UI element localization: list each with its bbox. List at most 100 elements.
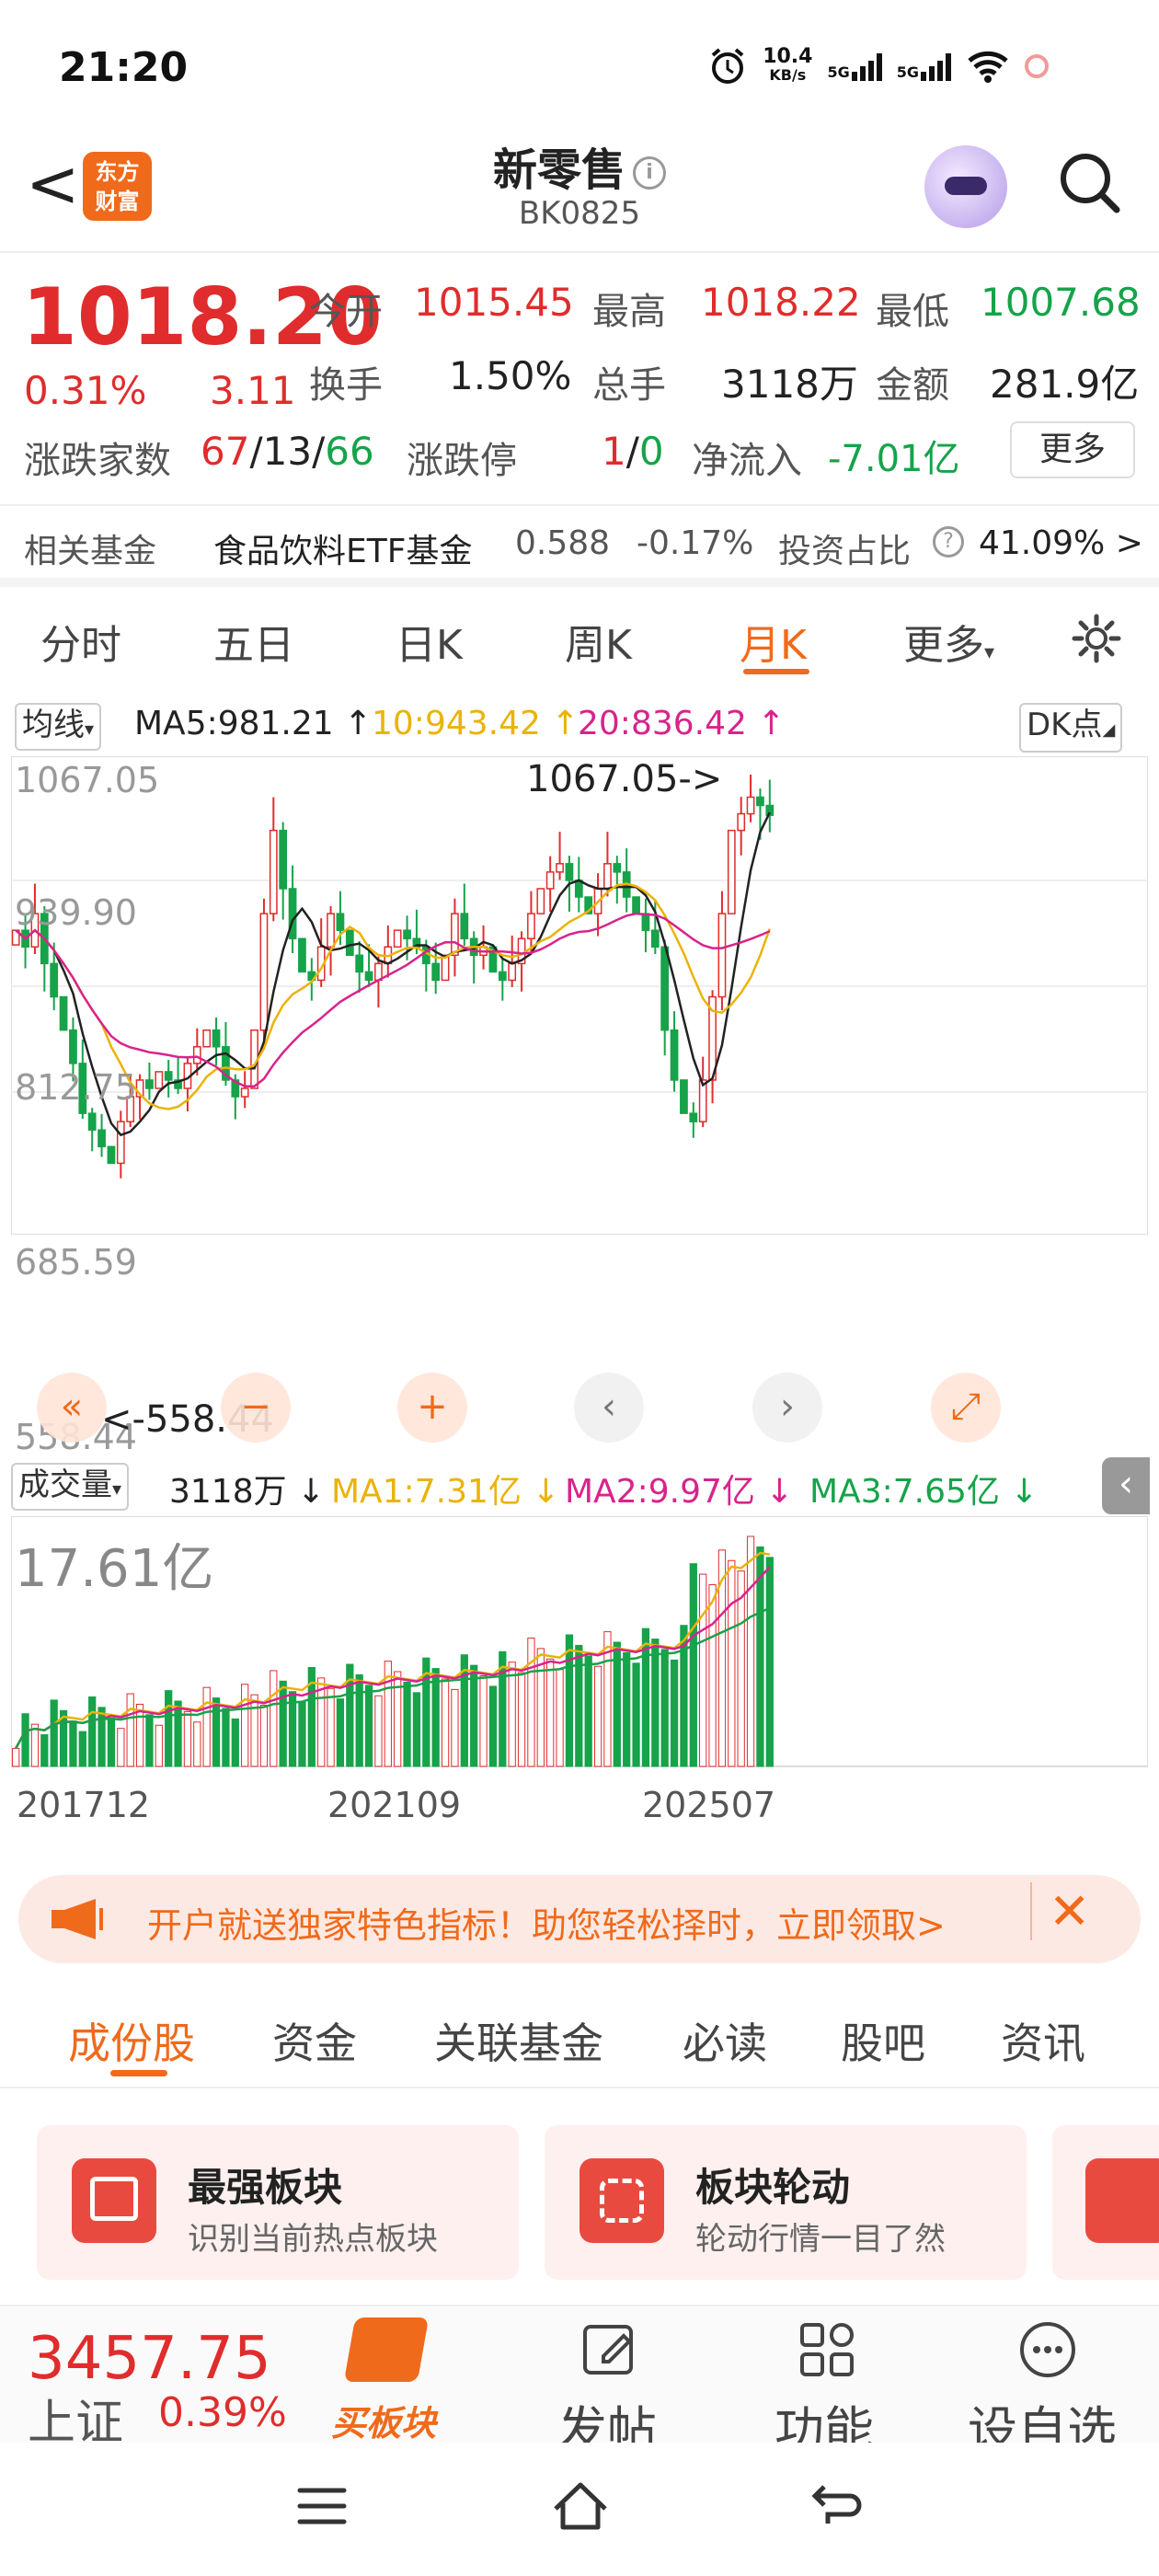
tab-week-k[interactable]: 周K — [565, 612, 632, 671]
promo-banner[interactable]: 开户就送独家特色指标！助您轻松择时，立即领取> ✕ — [18, 1875, 1141, 1963]
volume-bar — [488, 1685, 498, 1767]
fund-ratio-label: 投资占比 — [778, 533, 912, 570]
candle — [545, 871, 555, 890]
more-button[interactable]: 更多 — [1010, 421, 1135, 478]
signal-icon-2: 5G — [897, 52, 951, 81]
home-icon[interactable] — [550, 2478, 611, 2533]
kline-chart[interactable]: 均线▾ MA5:981.21 ↑ 10:943.42 ↑ 20:836.42 ↑… — [0, 699, 1159, 1858]
rewind-icon[interactable]: « — [37, 1373, 107, 1443]
status-bar: 21:20 10.4 KB/s 5G 5G — [0, 0, 1159, 129]
candle — [460, 913, 469, 939]
candle — [403, 929, 411, 939]
tab-constituents[interactable]: 成份股 — [68, 2010, 195, 2071]
buy-sector-label[interactable]: 买板块 — [331, 2395, 436, 2445]
dk-point-button[interactable]: DK点◢ — [1019, 703, 1123, 753]
info-icon[interactable]: i — [633, 156, 666, 190]
volume-bar — [222, 1708, 230, 1767]
candle — [145, 1079, 154, 1089]
tab-more[interactable]: 更多▾ — [903, 612, 994, 671]
volume-bar — [21, 1713, 29, 1767]
low-label: 最低 — [876, 291, 949, 333]
active-tab-indicator — [743, 669, 809, 674]
volume-current: 3118万 ↓ — [169, 1473, 326, 1511]
chevron-left-icon[interactable]: ‹ — [574, 1373, 644, 1443]
candle — [632, 896, 640, 914]
volume-bar — [746, 1535, 755, 1767]
volume-bar — [155, 1724, 163, 1767]
x-label-3: 202507 — [642, 1785, 776, 1825]
volume-bar — [69, 1720, 77, 1767]
tab-day-k[interactable]: 日K — [396, 612, 463, 671]
change-percent: 0.31% — [24, 368, 147, 413]
volume-bar — [708, 1583, 717, 1767]
volume-bar — [298, 1701, 306, 1767]
volume-bar — [78, 1731, 86, 1767]
fund-price: 0.588 — [515, 524, 611, 562]
chevron-right-icon[interactable]: › — [752, 1373, 822, 1443]
tab-must-read[interactable]: 必读 — [683, 2010, 767, 2071]
candle — [98, 1129, 106, 1148]
more-dots-icon[interactable] — [1017, 2319, 1078, 2380]
index-value[interactable]: 3457.75 — [28, 2325, 271, 2393]
candle — [240, 1087, 249, 1098]
battery-icon — [1025, 54, 1049, 78]
change-value: 3.11 — [210, 368, 296, 413]
zoom-in-icon[interactable]: + — [397, 1373, 467, 1443]
volume-bar — [40, 1734, 49, 1767]
high-label: 最高 — [592, 291, 666, 333]
settings-gear-icon[interactable] — [1069, 611, 1124, 666]
volume-bar — [556, 1669, 564, 1767]
volume-bar — [728, 1559, 736, 1767]
back-nav-icon[interactable] — [809, 2479, 865, 2531]
app-header: < 东方 财富 新零售 i BK0825 — [0, 129, 1159, 253]
ma10-legend: 10:943.42 ↑ — [372, 705, 580, 742]
volume-max-label: 17.61亿 — [15, 1539, 214, 1599]
candle — [336, 913, 345, 931]
tab-related-funds[interactable]: 关联基金 — [434, 2010, 603, 2071]
volume-value: 3118万 — [721, 362, 858, 407]
edit-post-icon[interactable] — [580, 2319, 640, 2380]
volume-bar — [241, 1684, 249, 1767]
buy-sector-icon[interactable] — [343, 2317, 430, 2382]
volume-bar — [623, 1651, 631, 1767]
card-title: 板块轮动 — [695, 2165, 851, 2210]
candle — [556, 863, 564, 873]
related-fund-row[interactable]: 相关基金 食品饮料ETF基金 0.588 -0.17% 投资占比 ? 41.09… — [0, 504, 1159, 587]
candle — [660, 946, 670, 1031]
zoom-out-icon[interactable]: − — [221, 1373, 291, 1443]
volume-bar — [259, 1705, 269, 1767]
candle — [508, 962, 517, 982]
volume-selector[interactable]: 成交量▾ — [11, 1463, 130, 1511]
rotation-icon — [580, 2158, 664, 2243]
ma-selector[interactable]: 均线▾ — [15, 703, 102, 751]
card-partial[interactable] — [1052, 2125, 1159, 2280]
card-sector-rotation[interactable]: 板块轮动 轮动行情一目了然 — [545, 2125, 1027, 2280]
volume-bar — [193, 1721, 201, 1767]
volume-bar — [670, 1659, 679, 1767]
tab-month-k[interactable]: 月K — [740, 612, 807, 671]
assistant-robot-icon[interactable] — [924, 145, 1007, 228]
candle — [727, 829, 736, 914]
volume-bar — [374, 1695, 383, 1767]
tab-intraday[interactable]: 分时 — [40, 612, 121, 671]
tab-funds-flow[interactable]: 资金 — [272, 2010, 357, 2071]
volume-bar — [183, 1710, 192, 1767]
system-nav-bar — [0, 2443, 1159, 2576]
volume-bar — [117, 1728, 125, 1767]
tab-forum[interactable]: 股吧 — [841, 2010, 925, 2071]
netflow-label: 净流入 — [692, 440, 802, 482]
tab-five-day[interactable]: 五日 — [213, 612, 294, 671]
volume-bar — [364, 1685, 373, 1767]
y-label-4: 685.59 — [15, 1242, 137, 1282]
grid-functions-icon[interactable] — [797, 2319, 857, 2380]
help-icon[interactable]: ? — [933, 526, 964, 558]
fullscreen-icon[interactable]: ⤢ — [931, 1373, 1001, 1443]
candle — [69, 1029, 77, 1064]
volume-bar — [327, 1687, 335, 1767]
tab-news[interactable]: 资讯 — [1001, 2010, 1085, 2071]
close-icon[interactable]: ✕ — [1030, 1882, 1090, 1940]
collapse-panel-icon[interactable]: ‹ — [1102, 1457, 1150, 1514]
menu-icon[interactable] — [294, 2483, 350, 2529]
search-icon[interactable] — [1056, 149, 1122, 215]
card-strongest-sector[interactable]: 最强板块 识别当前热点板块 — [37, 2125, 519, 2280]
